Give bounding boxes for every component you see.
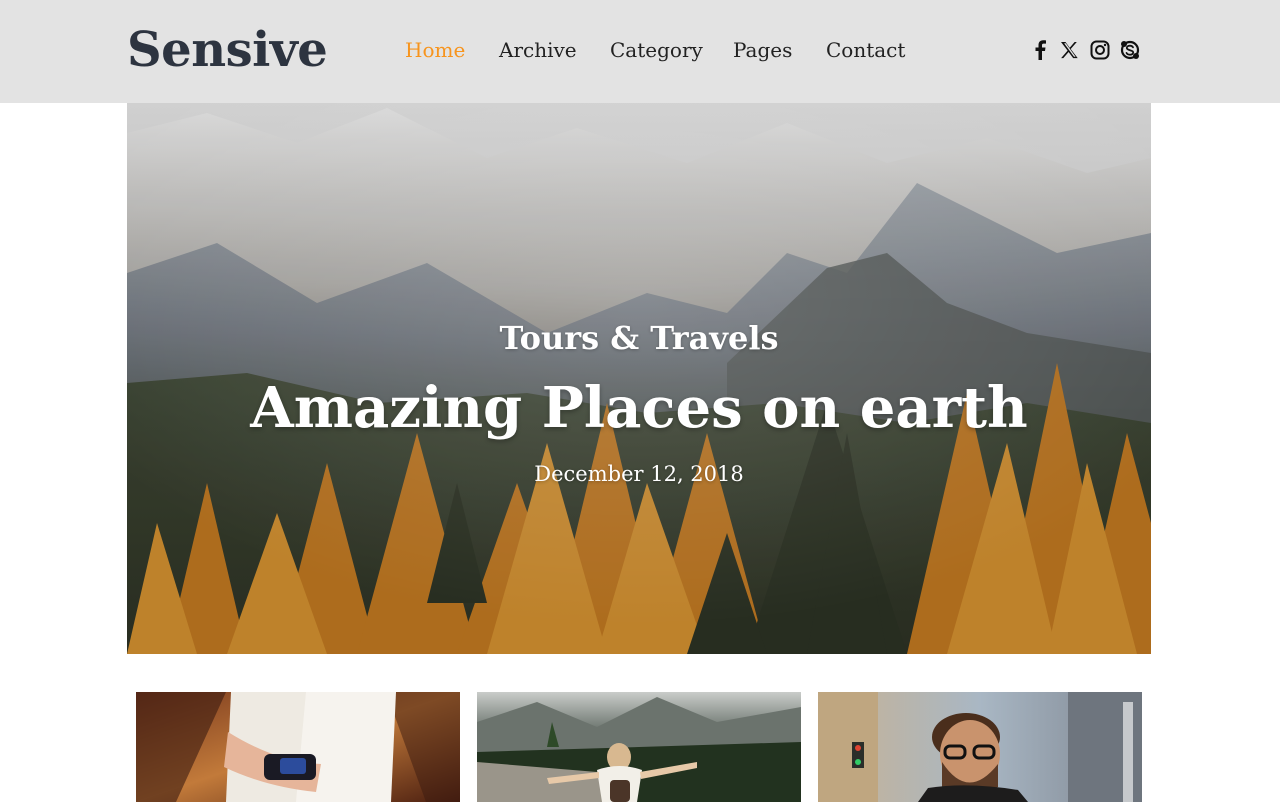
x-icon[interactable] bbox=[1057, 38, 1081, 62]
wristwatch-photo bbox=[136, 692, 460, 802]
facebook-icon[interactable] bbox=[1028, 38, 1052, 62]
hero-category[interactable]: Tours & Travels bbox=[127, 318, 1151, 358]
card-thumbnail-hiker[interactable] bbox=[477, 692, 801, 802]
nav-item-category[interactable]: Category bbox=[610, 37, 703, 63]
man-with-glasses-photo bbox=[818, 692, 1142, 802]
hero-date: December 12, 2018 bbox=[534, 462, 744, 486]
hiker-mountain-photo bbox=[477, 692, 801, 802]
instagram-icon[interactable] bbox=[1088, 38, 1112, 62]
nav-item-contact[interactable]: Contact bbox=[826, 37, 905, 63]
skype-icon[interactable] bbox=[1118, 38, 1142, 62]
card-thumbnail-man[interactable] bbox=[818, 692, 1142, 802]
site-header: Sensive Home Archive Category Pages Cont… bbox=[0, 0, 1280, 103]
nav-item-home[interactable]: Home bbox=[405, 37, 465, 63]
hero-banner: Tours & Travels Amazing Places on earth … bbox=[127, 103, 1151, 654]
nav-item-pages[interactable]: Pages bbox=[733, 37, 792, 63]
nav-item-archive[interactable]: Archive bbox=[499, 37, 577, 63]
card-thumbnail-watch[interactable] bbox=[136, 692, 460, 802]
hero-title[interactable]: Amazing Places on earth bbox=[127, 373, 1151, 443]
